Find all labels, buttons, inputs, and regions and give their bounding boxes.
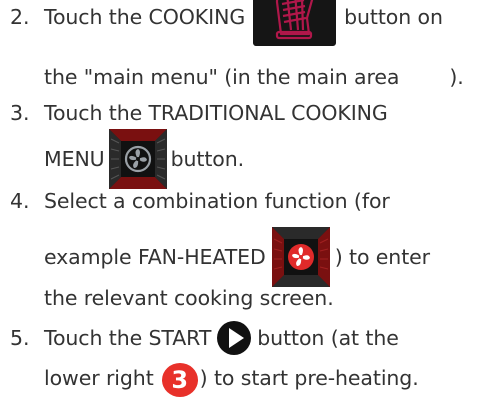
start-play-icon	[217, 321, 252, 355]
step-number: 5.	[10, 326, 30, 350]
step-text: ) to start pre-heating.	[199, 366, 419, 390]
instruction-page: 2. Touch the COOKING button on the "main…	[0, 0, 480, 397]
step-text: Touch the COOKING	[44, 5, 246, 29]
step-text: button.	[170, 147, 245, 171]
fan-heated-icon	[271, 227, 330, 287]
step-text: ) to enter	[334, 245, 430, 269]
step-text: Touch the TRADITIONAL COOKING	[44, 101, 388, 125]
traditional-cooking-menu-icon	[108, 129, 167, 189]
step-text: ).	[449, 65, 464, 89]
step-number: 4.	[10, 189, 30, 213]
step-text: Select a combination function (for	[44, 189, 390, 213]
step-number: 3.	[10, 101, 30, 125]
step-text: the relevant cooking screen.	[44, 286, 334, 310]
step-text: the "main menu" (in the main area	[44, 65, 400, 89]
step-text: button on	[344, 5, 443, 29]
number-badge: 3	[161, 363, 198, 397]
step-text: MENU	[44, 147, 105, 171]
step-text: lower right	[44, 366, 154, 390]
step-text: example FAN-HEATED	[44, 245, 266, 269]
step-number: 2.	[10, 5, 30, 29]
step-text: Touch the START	[44, 326, 212, 350]
step-text: button (at the	[257, 326, 399, 350]
cooking-glove-icon	[253, 0, 337, 46]
